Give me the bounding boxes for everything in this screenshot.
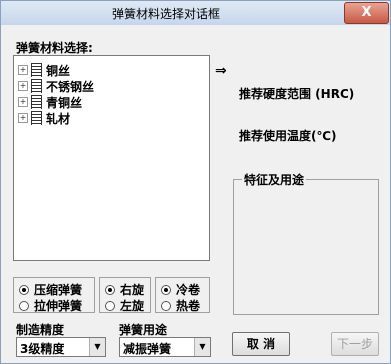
radio-dot[interactable]: [161, 284, 171, 295]
radio-label: 压缩弹簧: [34, 283, 83, 297]
tree-item-bronze[interactable]: + 青铜丝: [18, 94, 82, 110]
material-label: 弹簧材料选择:: [16, 41, 93, 55]
precision-label: 制造精度: [16, 323, 65, 337]
radio-dot[interactable]: [19, 284, 29, 295]
cancel-button[interactable]: 取 消: [232, 332, 290, 356]
precision-value: 3级精度: [20, 342, 65, 356]
title-bar: 弹簧材料选择对话框 X: [1, 1, 390, 25]
arrow-icon: ⇒: [215, 63, 227, 79]
radio-right-hand[interactable]: 右旋: [105, 281, 144, 298]
expand-icon[interactable]: +: [18, 65, 28, 75]
radio-dot[interactable]: [161, 300, 171, 311]
features-legend: 特征及用途: [242, 171, 307, 188]
chevron-down-icon[interactable]: ▼: [89, 338, 105, 356]
usage-select[interactable]: 减振弹簧 ▼: [119, 337, 211, 357]
process-group: 冷卷 热卷: [155, 277, 210, 313]
material-tree[interactable]: + 铜丝 + 不锈钢丝 + 青铜丝 + 轧材: [13, 55, 210, 261]
tree-item-label: 铜丝: [46, 63, 71, 78]
spring-icon: [31, 79, 42, 93]
spring-type-group: 压缩弹簧 拉伸弹簧: [13, 277, 95, 313]
radio-tension[interactable]: 拉伸弹簧: [19, 297, 82, 314]
usage-value: 减振弹簧: [123, 342, 172, 356]
dialog-window: 弹簧材料选择对话框 X 弹簧材料选择: + 铜丝 + 不锈钢丝 + 青铜丝 + …: [0, 0, 391, 364]
radio-label: 拉伸弹簧: [34, 299, 83, 313]
window-title: 弹簧材料选择对话框: [111, 7, 220, 21]
spring-icon: [31, 63, 42, 77]
expand-icon[interactable]: +: [18, 81, 28, 91]
radio-label: 右旋: [120, 283, 145, 297]
next-button[interactable]: 下一步: [331, 332, 379, 356]
radio-label: 冷卷: [176, 283, 201, 297]
tree-item-label: 不锈钢丝: [46, 79, 95, 94]
radio-dot[interactable]: [19, 300, 29, 311]
radio-label: 热卷: [176, 299, 201, 313]
radio-left-hand[interactable]: 左旋: [105, 297, 144, 314]
chevron-down-icon[interactable]: ▼: [194, 338, 210, 356]
spring-icon: [31, 95, 42, 109]
features-group: 特征及用途: [233, 171, 379, 315]
tree-item-label: 轧材: [46, 111, 71, 126]
expand-icon[interactable]: +: [18, 97, 28, 107]
direction-group: 右旋 左旋: [99, 277, 151, 313]
radio-dot[interactable]: [105, 300, 115, 311]
temperature-label: 推荐使用温度(℃): [239, 129, 337, 143]
usage-label: 弹簧用途: [119, 323, 168, 337]
tree-item-label: 青铜丝: [46, 95, 83, 110]
expand-icon[interactable]: +: [18, 113, 28, 123]
radio-label: 左旋: [120, 299, 145, 313]
tree-item-rolled[interactable]: + 轧材: [18, 110, 70, 126]
precision-select[interactable]: 3级精度 ▼: [16, 337, 106, 357]
tree-item-copper[interactable]: + 铜丝: [18, 62, 70, 78]
radio-cold-coil[interactable]: 冷卷: [161, 281, 200, 298]
spring-icon: [31, 111, 42, 125]
radio-hot-coil[interactable]: 热卷: [161, 297, 200, 314]
hardness-label: 推荐硬度范围 (HRC): [239, 87, 355, 101]
tree-item-stainless[interactable]: + 不锈钢丝: [18, 78, 94, 94]
radio-dot[interactable]: [105, 284, 115, 295]
close-button[interactable]: X: [344, 2, 389, 24]
radio-compression[interactable]: 压缩弹簧: [19, 281, 82, 298]
